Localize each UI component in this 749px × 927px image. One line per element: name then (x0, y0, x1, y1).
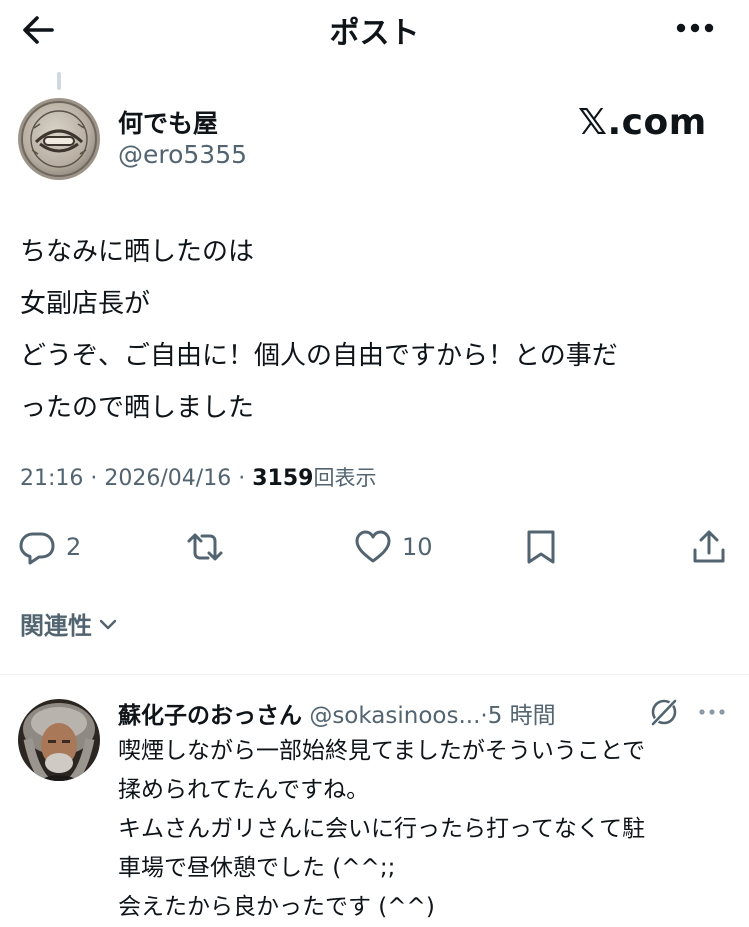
grok-button[interactable] (648, 696, 680, 728)
reply-text-line: 揉められてたんですね。 (118, 777, 370, 803)
reply-count: 2 (66, 533, 82, 561)
repost-icon (187, 533, 223, 561)
post-text-line: ったので晒しました (20, 393, 255, 423)
reply-text-line: 会えたから良かったです (^^) (118, 894, 435, 920)
post-text: ちなみに晒したのは 女副店長が どうぞ、ご自由に！個人の自由ですから！との事だ … (20, 226, 730, 434)
x-com-badge: 𝕏.com (578, 102, 707, 143)
meta-separator: · (480, 703, 488, 729)
post-text-line: どうぞ、ご自由に！個人の自由ですから！との事だ (20, 341, 618, 371)
portrait-avatar-icon (18, 699, 100, 781)
share-button[interactable] (690, 526, 728, 568)
divider (0, 674, 749, 675)
repost-button[interactable] (186, 526, 234, 568)
post-meta: 21:16 · 2026/04/16 · 3159回表示 (20, 462, 376, 492)
reply-text-line: キムさんガリさんに会いに行ったら打ってなくて駐 (118, 816, 646, 842)
reply-author-handle[interactable]: @sokasinoos... (309, 703, 480, 729)
reply-time[interactable]: 5 時間 (488, 703, 556, 729)
heart-icon (355, 530, 391, 563)
reply-icon (19, 532, 55, 565)
like-count: 10 (402, 533, 433, 561)
seal-avatar-icon (18, 98, 100, 180)
author-name[interactable]: 何でも屋 (118, 104, 218, 140)
sort-dropdown[interactable]: 関連性 (20, 606, 118, 641)
post-text-line: 女副店長が (20, 289, 151, 319)
reply-author-name[interactable]: 蘇化子のおっさん (118, 703, 302, 729)
post-date[interactable]: 2026/04/16 (104, 466, 231, 491)
author-handle[interactable]: @ero5355 (118, 140, 247, 169)
bookmark-icon (527, 530, 555, 564)
page-title: ポスト (329, 16, 420, 51)
view-label: 回表示 (313, 466, 377, 490)
reply-avatar[interactable] (18, 699, 100, 781)
reply-button[interactable]: 2 (18, 526, 81, 568)
post-text-line: ちなみに晒したのは (20, 237, 255, 267)
reply-header: 蘇化子のおっさん @sokasinoos...·5 時間 (118, 696, 556, 730)
post-time[interactable]: 21:16 (20, 466, 83, 491)
more-options-button[interactable] (672, 10, 718, 46)
meta-separator: · (90, 466, 98, 491)
meta-separator: · (238, 466, 246, 491)
reply-text-line: 車場で昼休憩でした (^^;; (118, 855, 396, 881)
grok-icon (651, 698, 677, 726)
thread-connector (57, 72, 61, 90)
more-horizontal-icon (676, 23, 714, 33)
reply-text-line: 喫煙しながら一部始終見てましたがそういうことで (118, 738, 646, 764)
bookmark-button[interactable] (522, 526, 560, 568)
reply-text: 喫煙しながら一部始終見てましたがそういうことで 揉められてたんですね。 キムさん… (118, 732, 738, 927)
like-button[interactable]: 10 (354, 526, 433, 568)
reply-more-button[interactable] (696, 700, 728, 724)
author-avatar[interactable] (18, 98, 100, 180)
chevron-down-icon (99, 619, 117, 629)
share-icon (693, 530, 725, 563)
more-horizontal-icon (699, 709, 725, 715)
view-count: 3159 (252, 466, 314, 491)
sort-label: 関連性 (20, 612, 92, 640)
